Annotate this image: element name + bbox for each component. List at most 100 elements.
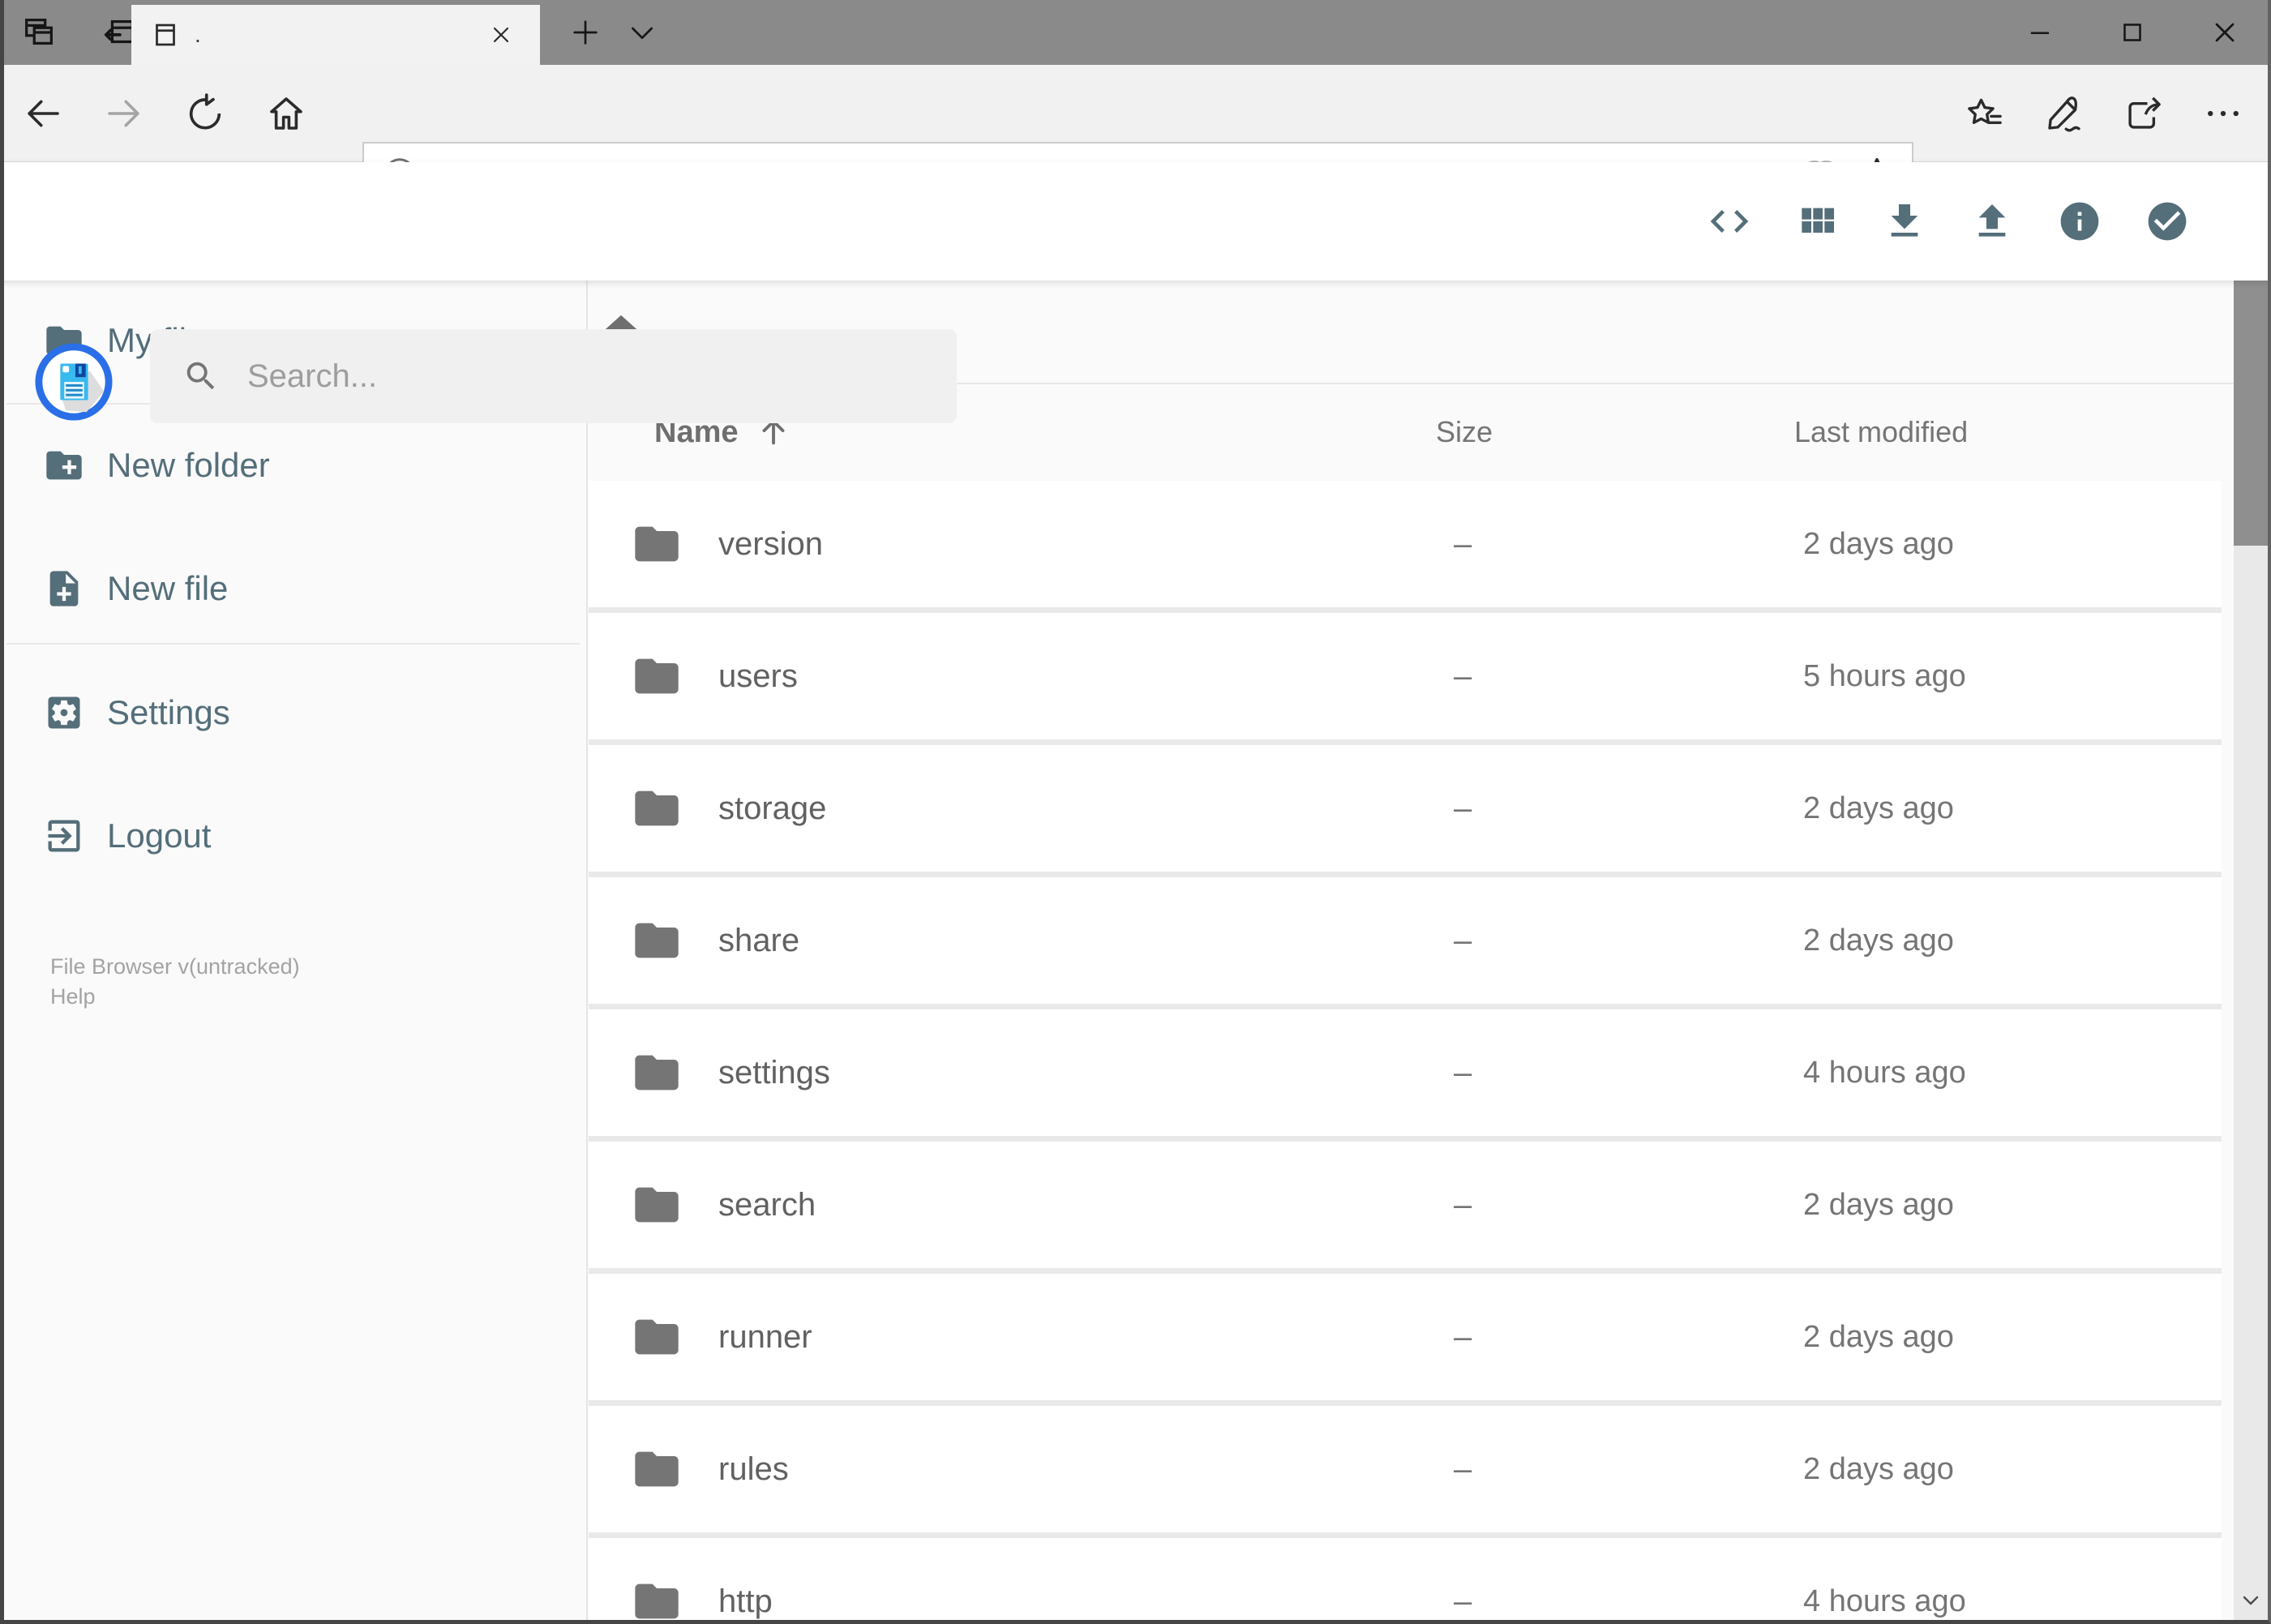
file-size: – [1454,658,1472,694]
search-icon [182,358,220,395]
maximize-icon [2117,17,2148,48]
pen-icon [2042,92,2086,135]
scroll-down-button[interactable] [2234,1581,2268,1620]
new-tab-button[interactable] [559,6,611,58]
file-name: settings [718,1054,830,1091]
file-name: rules [718,1450,789,1487]
browser-tab[interactable]: . [131,5,540,65]
file-plus-icon [43,568,85,610]
sidebar-item-new-file[interactable]: New file [0,546,586,631]
column-header-modified[interactable]: Last modified [1794,415,2234,449]
row-divider [589,739,2222,745]
file-size: – [1454,1318,1472,1355]
search-box[interactable] [150,329,957,423]
grid-view-button[interactable] [1773,178,1861,265]
folder-icon [631,1575,683,1624]
sidebar-item-new-folder[interactable]: New folder [0,423,586,508]
browser-titlebar: . [0,0,2271,65]
sidebar-footer: File Browser v(untracked) Help [50,952,300,1012]
file-row-http[interactable]: http – 4 hours ago [589,1538,2222,1624]
back-button[interactable] [16,87,70,140]
help-link[interactable]: Help [50,982,300,1012]
file-row-rules[interactable]: rules – 2 days ago [589,1406,2222,1532]
folder-icon [631,915,683,966]
home-icon [264,92,308,135]
grid-view-icon [1794,199,1840,244]
file-name: version [718,525,823,562]
file-row-users[interactable]: users – 5 hours ago [589,613,2222,739]
sidebar-divider [6,643,580,645]
forward-arrow-icon [102,92,146,135]
sidebar-item-label: Logout [107,816,212,855]
file-row-storage[interactable]: storage – 2 days ago [589,745,2222,872]
row-divider [589,1004,2222,1009]
tab-close-button[interactable] [475,5,527,65]
sidebar-item-logout[interactable]: Logout [0,794,586,878]
close-window-button[interactable] [2179,0,2271,65]
file-listing-pane: Name Size Last modified version –2 days a… [586,281,2234,1624]
minimize-button[interactable] [1994,0,2086,65]
code-button[interactable] [1686,178,1773,265]
folder-icon [631,1047,683,1099]
upload-icon [1969,199,2015,244]
file-modified: 5 hours ago [1803,658,1966,693]
download-button[interactable] [1861,178,1948,265]
file-list: version – 2 days ago users – 5 hours ago stora… [589,481,2222,1624]
download-icon [1882,199,1927,244]
refresh-button[interactable] [178,87,232,140]
tab-list-button[interactable] [616,6,668,58]
header-actions [1686,162,2211,281]
column-header-size[interactable]: Size [1436,415,1794,449]
file-browser-logo [34,342,114,422]
more-options-button[interactable] [2183,87,2263,140]
folder-icon [631,1311,683,1363]
file-row-version[interactable]: version – 2 days ago [589,481,2222,607]
sidebar-item-label: Settings [107,693,230,731]
web-notes-button[interactable] [2025,87,2104,140]
folder-icon [631,650,683,702]
share-button[interactable] [2104,87,2183,140]
browser-home-button[interactable] [259,87,313,140]
file-size: – [1454,790,1472,826]
file-name: http [718,1583,773,1619]
chevron-down-icon [2238,1588,2264,1613]
tab-preview-toggle-button[interactable] [13,6,65,58]
file-size: – [1454,922,1472,958]
sidebar-item-settings[interactable]: Settings [0,671,586,755]
maximize-button[interactable] [2086,0,2179,65]
chevron-down-icon [626,16,658,49]
folder-plus-icon [43,444,85,486]
row-divider [589,1136,2222,1142]
file-row-settings[interactable]: settings – 4 hours ago [589,1009,2222,1136]
file-size: – [1454,525,1472,562]
info-button[interactable] [2036,178,2123,265]
app-header [0,162,2271,423]
ellipsis-icon [2201,92,2245,135]
upload-button[interactable] [1948,178,2036,265]
browser-navbar: filebrowser.web/files/ [0,65,2271,205]
file-modified: 2 days ago [1803,791,1954,825]
app-version-text: File Browser v(untracked) [50,954,300,979]
check-circle-button[interactable] [2123,178,2211,265]
file-row-runner[interactable]: runner – 2 days ago [589,1274,2222,1400]
hub-star-icon [1963,92,2007,135]
row-divider [589,607,2222,613]
file-name: users [718,658,798,694]
search-input[interactable] [247,358,957,395]
page-favicon-icon [151,20,180,49]
minimize-icon [2025,17,2055,48]
file-modified: 4 hours ago [1803,1583,1966,1618]
back-arrow-icon [21,92,65,135]
page-scrollbar[interactable] [2234,162,2268,1620]
file-row-share[interactable]: share – 2 days ago [589,877,2222,1004]
file-modified: 4 hours ago [1803,1055,1966,1090]
folder-icon [631,518,683,570]
close-icon [488,22,514,48]
content-area: File Browser v(untracked) Help My filesN… [0,281,2271,1624]
file-modified: 2 days ago [1803,1319,1954,1354]
tab-title: . [195,22,201,47]
logout-icon [43,815,85,857]
favorites-hub-button[interactable] [1945,87,2025,140]
sidebar-item-label: New file [107,569,229,607]
file-row-search[interactable]: search – 2 days ago [589,1142,2222,1268]
